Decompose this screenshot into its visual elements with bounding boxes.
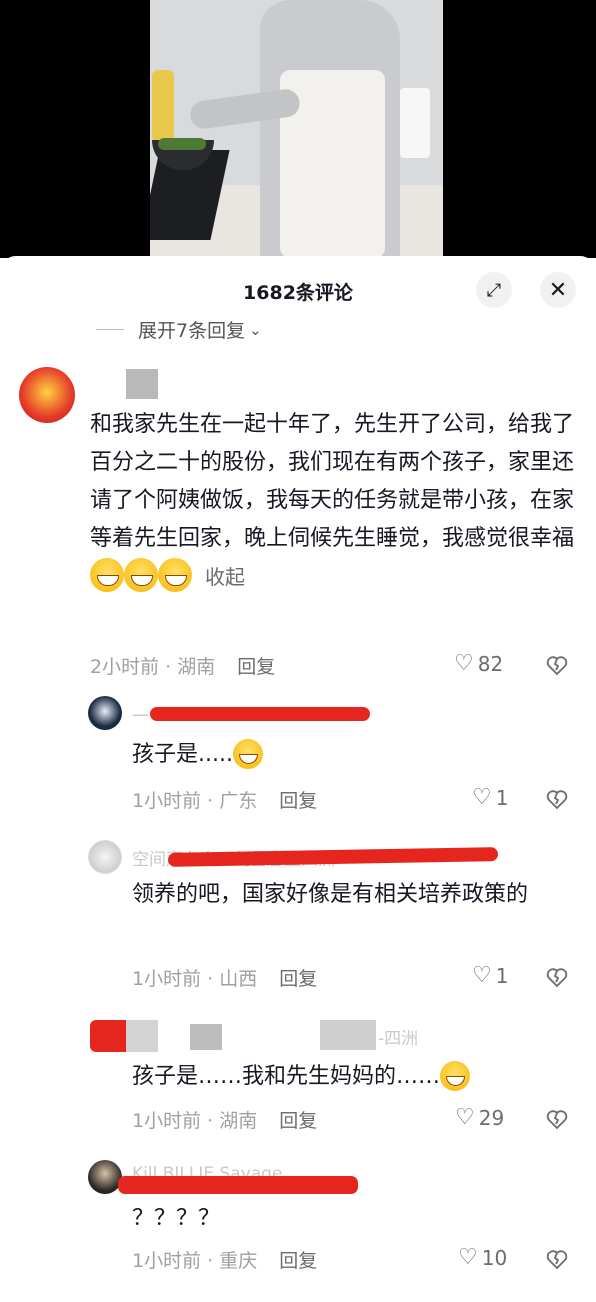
close-icon[interactable]: ✕	[540, 272, 576, 308]
comment-text: 和我家先生在一起十年了，先生开了公司，给我了百分之二十的股份，我们现在有两个孩子…	[90, 406, 580, 597]
shocked-emoji-icon	[232, 739, 263, 769]
collapse-link[interactable]: 收起	[205, 565, 245, 589]
reply-button[interactable]: 回复	[279, 1110, 317, 1132]
reply-time-location: 1小时前 · 山西	[132, 968, 258, 990]
like-button[interactable]: ♡ 29	[455, 1105, 504, 1130]
like-button[interactable]: ♡ 10	[458, 1245, 507, 1270]
like-count: 82	[477, 651, 504, 676]
username-redaction	[118, 1176, 358, 1194]
avatar[interactable]	[88, 1160, 122, 1194]
heart-icon: ♡	[458, 1245, 478, 1270]
grin-emoji-icon	[90, 558, 124, 592]
comment-meta: 2小时前 · 湖南 回复	[90, 652, 275, 679]
avatar-redaction	[90, 1020, 126, 1052]
reply-meta: 1小时前 · 广东 回复	[132, 786, 317, 813]
expand-replies-link[interactable]: 展开7条回复 ⌄	[96, 316, 262, 343]
heart-icon: ♡	[454, 651, 474, 676]
reply-username-redacted: 一	[132, 707, 149, 727]
reply-text: 领养的吧，国家好像是有相关培养政策的	[132, 882, 529, 907]
heart-icon: ♡	[472, 785, 492, 810]
expand-replies-label: 展开7条回复	[138, 320, 246, 342]
pleading-emoji-icon	[440, 1061, 471, 1091]
video-frame	[150, 0, 443, 258]
reply-text: ？？？？	[132, 1206, 221, 1231]
expand-arrows-icon[interactable]: ⤢	[476, 272, 512, 308]
username-redaction	[320, 1020, 376, 1050]
video-player[interactable]	[0, 0, 596, 258]
dislike-icon[interactable]	[545, 1107, 569, 1131]
reply-username-faded: -四洲	[378, 1029, 419, 1049]
like-count: 29	[478, 1105, 505, 1130]
like-count: 1	[495, 963, 509, 988]
reply-meta: 1小时前 · 湖南 回复	[132, 1106, 317, 1133]
reply-time-location: 1小时前 · 重庆	[132, 1250, 258, 1272]
like-button[interactable]: ♡ 82	[454, 651, 503, 676]
heart-icon: ♡	[472, 963, 492, 988]
username-redaction	[126, 1020, 158, 1052]
reply-meta: 1小时前 · 山西 回复	[132, 964, 317, 991]
grin-emoji-icon	[124, 558, 158, 592]
reply-text: 孩子是……我和先生妈妈的……	[132, 1058, 572, 1096]
reply-button[interactable]: 回复	[279, 968, 317, 990]
reply-text: 孩子是.....	[132, 736, 562, 774]
grin-emoji-icon	[158, 558, 192, 592]
dislike-icon[interactable]	[545, 787, 569, 811]
like-count: 1	[495, 785, 509, 810]
avatar[interactable]	[88, 840, 122, 874]
comments-sheet: 1682条评论 ⤢ ✕ 展开7条回复 ⌄ 和我家先生在一起十年了，先生开了公司，…	[0, 256, 596, 1302]
reply-meta: 1小时前 · 重庆 回复	[132, 1246, 317, 1273]
reply-button[interactable]: 回复	[279, 790, 317, 812]
username-redaction	[150, 707, 370, 721]
comment-time-location: 2小时前 · 湖南	[90, 656, 216, 678]
reply-button[interactable]: 回复	[237, 656, 275, 678]
dislike-icon[interactable]	[545, 965, 569, 989]
chevron-down-icon: ⌄	[249, 320, 262, 339]
username-redaction	[126, 369, 158, 399]
dislike-icon[interactable]	[545, 1247, 569, 1271]
avatar[interactable]	[19, 367, 75, 423]
like-button[interactable]: ♡ 1	[472, 785, 508, 810]
avatar[interactable]	[88, 696, 122, 730]
like-button[interactable]: ♡ 1	[472, 963, 508, 988]
dislike-icon[interactable]	[545, 653, 569, 677]
reply-time-location: 1小时前 · 湖南	[132, 1110, 258, 1132]
reply-time-location: 1小时前 · 广东	[132, 790, 258, 812]
username-redaction	[190, 1024, 222, 1050]
reply-button[interactable]: 回复	[279, 1250, 317, 1272]
heart-icon: ♡	[455, 1105, 475, 1130]
like-count: 10	[481, 1245, 508, 1270]
